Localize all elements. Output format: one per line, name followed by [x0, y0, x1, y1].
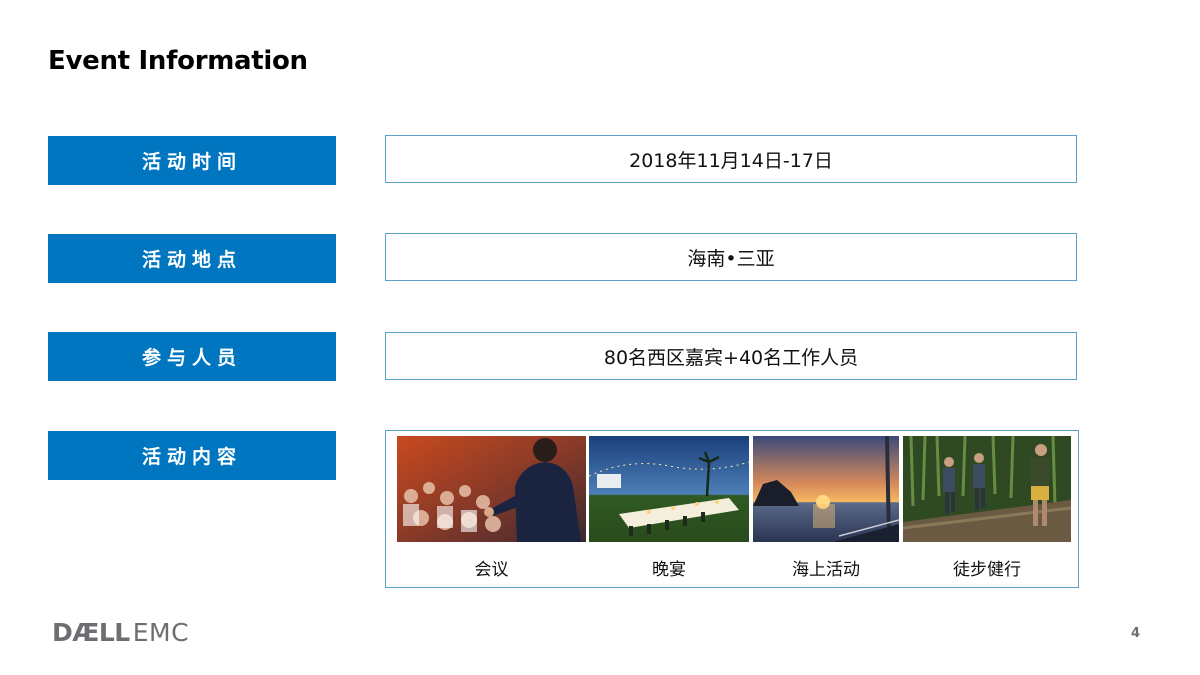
page-number: 4: [1131, 626, 1141, 641]
activity-caption-hiking: 徒步健行: [953, 560, 1021, 580]
label-event-time: 活动时间: [48, 136, 336, 185]
banquet-photo: [589, 436, 749, 542]
activity-caption-sea: 海上活动: [792, 560, 860, 580]
activity-caption-banquet: 晚宴: [652, 560, 686, 580]
hiking-photo: [903, 436, 1071, 542]
label-event-location: 活动地点: [48, 234, 336, 283]
dell-emc-logo: DÆLL EMC: [52, 617, 189, 647]
page-title: Event Information: [48, 46, 308, 76]
label-activities: 活动内容: [48, 431, 336, 480]
activity-caption-meeting: 会议: [474, 560, 509, 580]
value-participants: 80名西区嘉宾+40名工作人员: [385, 332, 1077, 380]
label-participants: 参与人员: [48, 332, 336, 381]
value-event-time: 2018年11月14日-17日: [385, 135, 1077, 183]
value-event-location: 海南•三亚: [385, 233, 1077, 281]
logo-emc-text: EMC: [132, 617, 190, 647]
activities-panel: 会议 晚宴 海上活动 徒步健行: [385, 430, 1079, 588]
logo-dell-text: DÆLL: [52, 617, 130, 647]
sea-activity-photo: [753, 436, 899, 542]
conference-photo: [397, 436, 586, 542]
